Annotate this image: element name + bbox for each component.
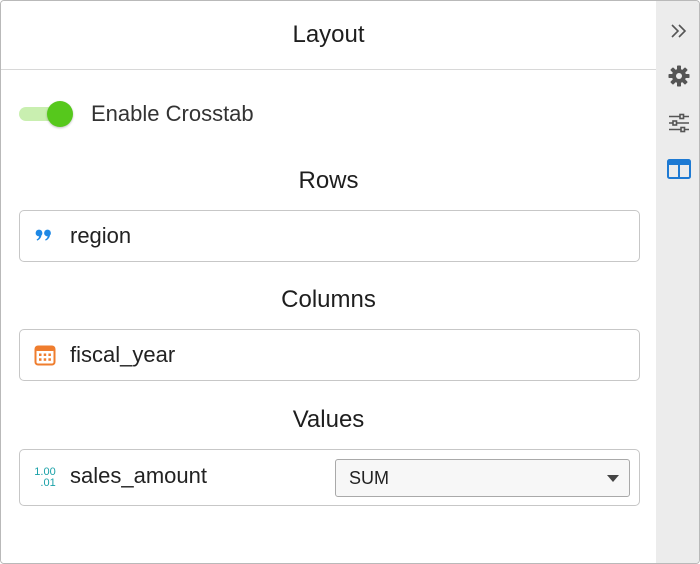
gear-icon: [668, 65, 689, 87]
numeric-icon-bottom: .01: [40, 476, 56, 489]
rows-field[interactable]: region: [19, 210, 640, 262]
layout-panel: Layout Enable Crosstab Rows region Colum…: [1, 1, 656, 563]
settings-button[interactable]: [656, 58, 699, 94]
aggregate-select-value: SUM: [349, 467, 389, 488]
layout-tab-button[interactable]: [656, 151, 699, 187]
rows-section-title: Rows: [298, 167, 359, 194]
toggle-knob: [47, 101, 73, 127]
numeric-icon-top: 1.00: [34, 465, 56, 478]
enable-crosstab-label: Enable Crosstab: [91, 101, 254, 126]
chevron-down-icon: [607, 475, 619, 482]
right-sidebar: [656, 1, 699, 563]
numeric-icon: 1.00 .01: [20, 465, 70, 489]
text-quote-icon: [20, 227, 70, 245]
table-layout-icon: [666, 159, 691, 179]
layout-window: Layout Enable Crosstab Rows region Colum…: [0, 0, 700, 564]
calendar-icon: [20, 344, 70, 366]
sliders-icon: [668, 113, 689, 133]
columns-section-title: Columns: [281, 286, 376, 313]
rows-field-name: region: [70, 223, 132, 248]
columns-field[interactable]: fiscal_year: [19, 329, 640, 381]
aggregate-select[interactable]: SUM: [335, 459, 630, 497]
values-section-title: Values: [292, 406, 365, 433]
crosstab-toggle-row: Enable Crosstab: [19, 98, 254, 130]
enable-crosstab-toggle[interactable]: [19, 98, 77, 130]
columns-field-name: fiscal_year: [70, 342, 176, 367]
double-chevron-right-icon: [670, 24, 686, 38]
filters-button[interactable]: [656, 105, 699, 141]
collapse-panel-button[interactable]: [656, 13, 699, 49]
values-field[interactable]: 1.00 .01 sales_amount SUM: [19, 449, 640, 506]
values-field-name: sales_amount: [70, 463, 207, 488]
panel-title: Layout: [292, 21, 365, 48]
panel-header: Layout: [1, 1, 656, 70]
